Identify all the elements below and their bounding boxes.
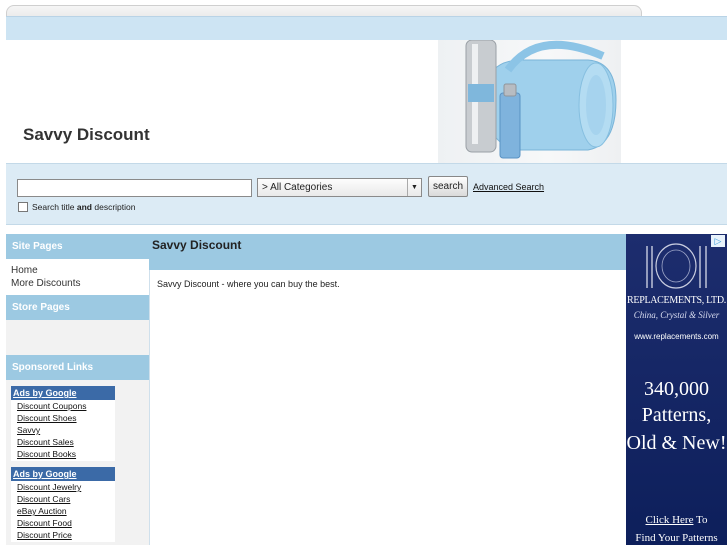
ad-tagline: China, Crystal & Silver [633, 310, 720, 320]
ad-brand: REPLACEMENTS, LTD. [627, 295, 726, 306]
header-product-image [438, 40, 621, 163]
store-pages-list [6, 320, 149, 355]
ad-box: Ads by Google Discount Jewelry Discount … [11, 467, 115, 542]
search-input[interactable] [17, 179, 252, 197]
site-pages-links: Home More Discounts [6, 259, 149, 295]
search-description-option[interactable]: Search title and description [18, 202, 135, 212]
search-button[interactable]: search [428, 176, 468, 197]
sidebar-item-more-discounts[interactable]: More Discounts [11, 277, 144, 290]
main-content: Savvy Discount - where you can buy the b… [149, 270, 626, 545]
ad-link[interactable]: Discount Sales [11, 436, 115, 448]
sponsored-links-heading: Sponsored Links [6, 355, 149, 380]
ad-link[interactable]: Discount Books [11, 448, 115, 460]
category-select-value: > All Categories [262, 182, 333, 193]
top-band [6, 16, 727, 40]
ad-cta-line2: Find Your Patterns [635, 532, 718, 544]
store-pages-heading: Store Pages [6, 295, 149, 320]
ad-headline-3: Old & New! [626, 432, 727, 454]
ad-cta: Click Here To [645, 514, 708, 526]
advanced-search-link[interactable]: Advanced Search [473, 182, 544, 192]
search-description-checkbox[interactable] [18, 202, 28, 212]
ad-headline-1: 340,000 [644, 378, 709, 400]
sidebar-item-home[interactable]: Home [11, 264, 144, 277]
ad-click-here-link[interactable]: Click Here [646, 514, 694, 526]
ad-link[interactable]: eBay Auction [11, 505, 115, 517]
search-bar: > All Categories ▼ search Advanced Searc… [6, 163, 727, 225]
site-header: Savvy Discount [6, 40, 727, 163]
banner-ad[interactable]: ▷ REPLACEMENTS, LTD. China, Crystal & Si… [626, 234, 727, 545]
ad-headline-2: Patterns, [641, 404, 712, 426]
ads-by-google-link[interactable]: Ads by Google [11, 467, 115, 481]
main-description: Savvy Discount - where you can buy the b… [157, 279, 340, 289]
ad-box: Ads by Google Discount Coupons Discount … [11, 386, 115, 461]
ad-link[interactable]: Savvy [11, 424, 115, 436]
ad-link[interactable]: Discount Coupons [11, 400, 115, 412]
site-pages-heading: Site Pages [6, 234, 149, 259]
tableware-icon [646, 243, 707, 289]
site-title: Savvy Discount [23, 125, 150, 144]
chevron-down-icon: ▼ [407, 179, 421, 196]
category-select[interactable]: > All Categories ▼ [257, 178, 422, 197]
ad-url: www.replacements.com [634, 332, 719, 341]
ad-link[interactable]: Discount Jewelry [11, 481, 115, 493]
page-title: Savvy Discount [149, 234, 626, 270]
ad-link[interactable]: Discount Shoes [11, 412, 115, 424]
sidebar: Site Pages Home More Discounts Store Pag… [6, 234, 149, 545]
ads-by-google-link[interactable]: Ads by Google [11, 386, 115, 400]
search-description-label: Search title and description [32, 202, 136, 212]
ad-link[interactable]: Discount Food [11, 517, 115, 529]
ad-link[interactable]: Discount Price [11, 529, 115, 541]
ad-link[interactable]: Discount Cars [11, 493, 115, 505]
